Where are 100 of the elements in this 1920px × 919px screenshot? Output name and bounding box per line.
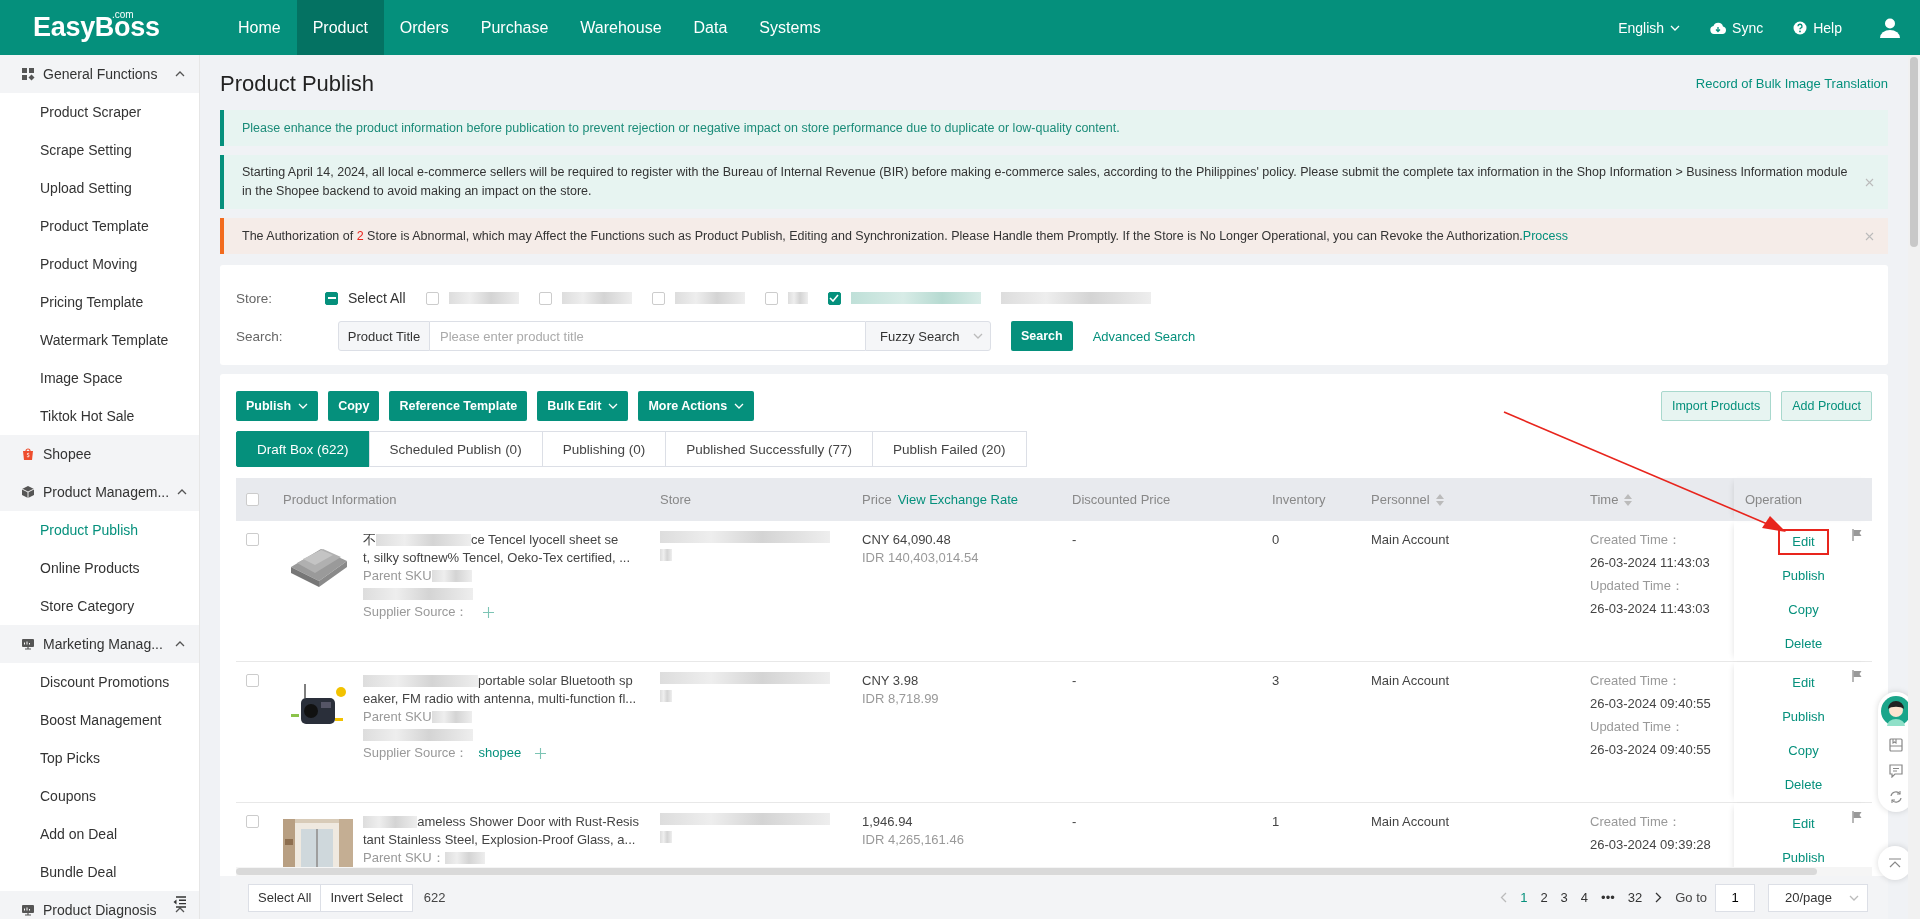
page-number[interactable]: 4: [1580, 890, 1589, 905]
sidebar-group[interactable]: Marketing Manag...: [0, 625, 199, 663]
page-number[interactable]: 32: [1627, 890, 1643, 905]
search-button[interactable]: Search: [1011, 321, 1073, 351]
time-label: Created Time：: [1590, 812, 1683, 831]
sidebar-item[interactable]: Bundle Deal: [0, 853, 199, 891]
nav-tab[interactable]: Data: [677, 0, 744, 55]
nav-tab[interactable]: Warehouse: [564, 0, 678, 55]
sidebar-item[interactable]: Product Scraper: [0, 93, 199, 131]
table-cell: Main Account: [1371, 814, 1450, 829]
exchange-rate-link[interactable]: View Exchange Rate: [897, 490, 1019, 509]
page-input[interactable]: 1: [1715, 883, 1755, 912]
sidebar-item[interactable]: Tiktok Hot Sale: [0, 397, 199, 435]
operation-link[interactable]: Delete: [1770, 772, 1837, 798]
page-size-select[interactable]: 20/page: [1768, 883, 1868, 912]
process-link[interactable]: Process: [1522, 228, 1568, 243]
operation-link[interactable]: Copy: [1774, 597, 1833, 623]
product-title: portable solar Bluetooth sp: [478, 672, 633, 690]
tab[interactable]: Published Successfully (77): [665, 431, 874, 467]
tab[interactable]: Publishing (0): [541, 431, 667, 467]
column-header: Discounted Price: [1072, 490, 1171, 509]
sidebar-item[interactable]: Boost Management: [0, 701, 199, 739]
notice-text: Starting April 14, 2024, all local e-commerce sellers will be required to register with the Bureau of Internal Revenue (BIR) before making e-commerce sales, according to the Philippines' policy. Please submit the complete tax information in the Shop Information > Business Information module in the Shopee backend to avoid making an impact on the store.: [242, 164, 1849, 200]
time-label: Created Time：: [1590, 530, 1683, 549]
sidebar-item[interactable]: Top Picks: [0, 739, 199, 777]
page-number[interactable]: 3: [1560, 890, 1568, 905]
nav-tab[interactable]: Systems: [743, 0, 837, 55]
advanced-search-link[interactable]: Advanced Search: [1092, 328, 1196, 344]
action-button[interactable]: Copy: [328, 391, 380, 421]
operation-link[interactable]: Publish: [1768, 563, 1839, 589]
sidebar-group[interactable]: Product Managem...: [0, 473, 199, 511]
action-button[interactable]: Reference Template: [389, 391, 528, 421]
action-button[interactable]: Import Products: [1660, 391, 1772, 421]
column-header: Product Information: [283, 490, 397, 509]
action-button[interactable]: More Actions: [638, 391, 755, 421]
table-cell: Main Account: [1371, 532, 1450, 547]
table-cell: 1: [1272, 814, 1280, 829]
invert-select-button[interactable]: Invert Select: [320, 883, 413, 912]
price: CNY 3.98: [862, 672, 920, 690]
timestamp: 26-03-2024 09:40:55: [1590, 694, 1712, 713]
tab[interactable]: Scheduled Publish (0): [368, 431, 543, 467]
action-button[interactable]: Bulk Edit: [537, 391, 629, 421]
help-button[interactable]: Help: [1793, 19, 1842, 36]
sidebar-item[interactable]: Image Space: [0, 359, 199, 397]
sidebar-item[interactable]: Store Category: [0, 587, 199, 625]
translation-record-link[interactable]: Record of Bulk Image Translation: [1695, 76, 1888, 91]
column-header[interactable]: Personnel: [1371, 490, 1444, 509]
column-header: Inventory: [1272, 490, 1326, 509]
product-title: ce Tencel lyocell sheet se: [471, 531, 619, 549]
product-title: t, silky softnew% Tencel, Oeko-Tex certified, ...: [363, 549, 631, 567]
sidebar-item[interactable]: Product Moving: [0, 245, 199, 283]
action-button[interactable]: Publish: [236, 391, 319, 421]
operation-link[interactable]: Edit: [1778, 670, 1829, 696]
match-mode-select[interactable]: Fuzzy Search: [865, 321, 991, 351]
page-number[interactable]: 2: [1540, 890, 1548, 905]
nav-tab[interactable]: Home: [222, 0, 297, 55]
sidebar-item[interactable]: Product Template: [0, 207, 199, 245]
field-type-select[interactable]: Product Title: [338, 321, 430, 351]
column-header[interactable]: Time: [1590, 490, 1633, 509]
sidebar-item[interactable]: Coupons: [0, 777, 199, 815]
time-label: Updated Time：: [1590, 576, 1685, 595]
page-number[interactable]: •••: [1601, 890, 1615, 905]
action-button[interactable]: Add Product: [1781, 391, 1872, 421]
operation-link[interactable]: Delete: [1770, 631, 1837, 657]
timestamp: 26-03-2024 11:43:03: [1590, 553, 1711, 572]
language-selector[interactable]: English: [1618, 19, 1681, 36]
operation-link[interactable]: Edit: [1778, 529, 1829, 555]
supplier-link[interactable]: shopee: [478, 744, 522, 762]
price: CNY 64,090.48: [862, 531, 952, 549]
checkbox-label: Select All: [348, 290, 406, 306]
operation-link[interactable]: Publish: [1768, 704, 1839, 730]
select-all-button[interactable]: Select All: [248, 883, 322, 912]
nav-tab[interactable]: Orders: [383, 0, 465, 55]
table-cell: 3: [1272, 673, 1280, 688]
sidebar-item[interactable]: Add on Deal: [0, 815, 199, 853]
sidebar-group[interactable]: General Functions: [0, 55, 199, 93]
sidebar-item[interactable]: Discount Promotions: [0, 663, 199, 701]
field-label: Store:: [236, 290, 274, 306]
sidebar-group[interactable]: Product Diagnosis: [0, 891, 199, 919]
sidebar-item[interactable]: Product Publish: [0, 511, 199, 549]
timestamp: 26-03-2024 09:40:55: [1590, 740, 1712, 759]
sidebar-item[interactable]: Online Products: [0, 549, 199, 587]
timestamp: 26-03-2024 09:39:28: [1590, 835, 1712, 854]
search-field[interactable]: Please enter product title: [430, 321, 865, 351]
column-header: Operation: [1745, 490, 1803, 509]
operation-link[interactable]: Copy: [1774, 738, 1833, 764]
nav-tab[interactable]: Purchase: [464, 0, 565, 55]
sync-button[interactable]: Sync: [1710, 19, 1764, 36]
tab[interactable]: Publish Failed (20): [872, 431, 1027, 467]
sidebar-item[interactable]: Pricing Template: [0, 283, 199, 321]
sidebar-item[interactable]: Watermark Template: [0, 321, 199, 359]
nav-tab[interactable]: Product: [296, 0, 384, 55]
sku-label: Parent SKU: [363, 567, 432, 585]
sidebar-item[interactable]: Upload Setting: [0, 169, 199, 207]
page-number[interactable]: 1: [1520, 890, 1528, 905]
tab[interactable]: Draft Box (622): [236, 431, 370, 467]
operation-link[interactable]: Publish: [1768, 845, 1839, 867]
sidebar-item[interactable]: Scrape Setting: [0, 131, 199, 169]
sidebar-group[interactable]: Shopee: [0, 435, 199, 473]
operation-link[interactable]: Edit: [1778, 811, 1829, 837]
